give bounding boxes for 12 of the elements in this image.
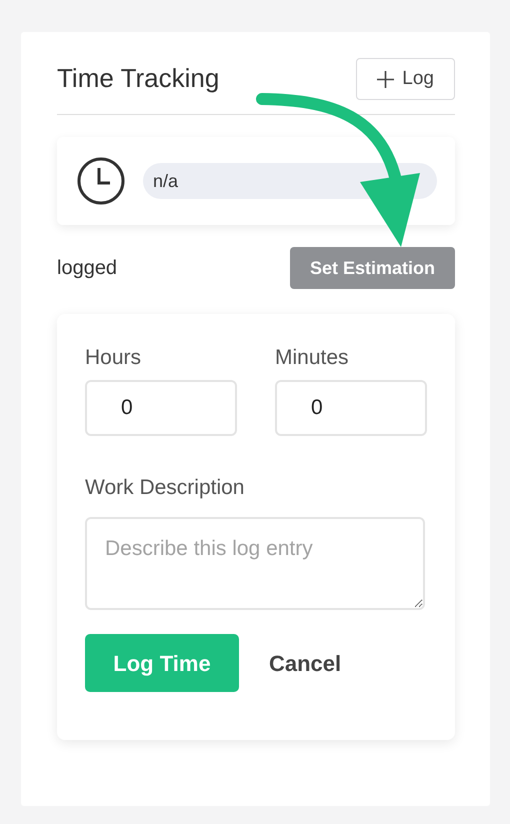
field-label: Minutes [275,345,349,371]
description-field[interactable]: Describe this log entry [85,517,425,610]
plus-icon [377,70,394,88]
number-field[interactable]: 0 [275,380,427,436]
field-label: Hours [85,345,142,371]
field-label: Work Description [85,474,244,500]
log-button[interactable]: Log [356,58,455,100]
clock-icon [77,157,125,205]
cancel-button[interactable]: Cancel [263,646,348,680]
panel-title: Time Tracking [57,63,220,95]
number-field[interactable]: 0 [85,380,237,436]
logged-label: logged [57,256,118,281]
